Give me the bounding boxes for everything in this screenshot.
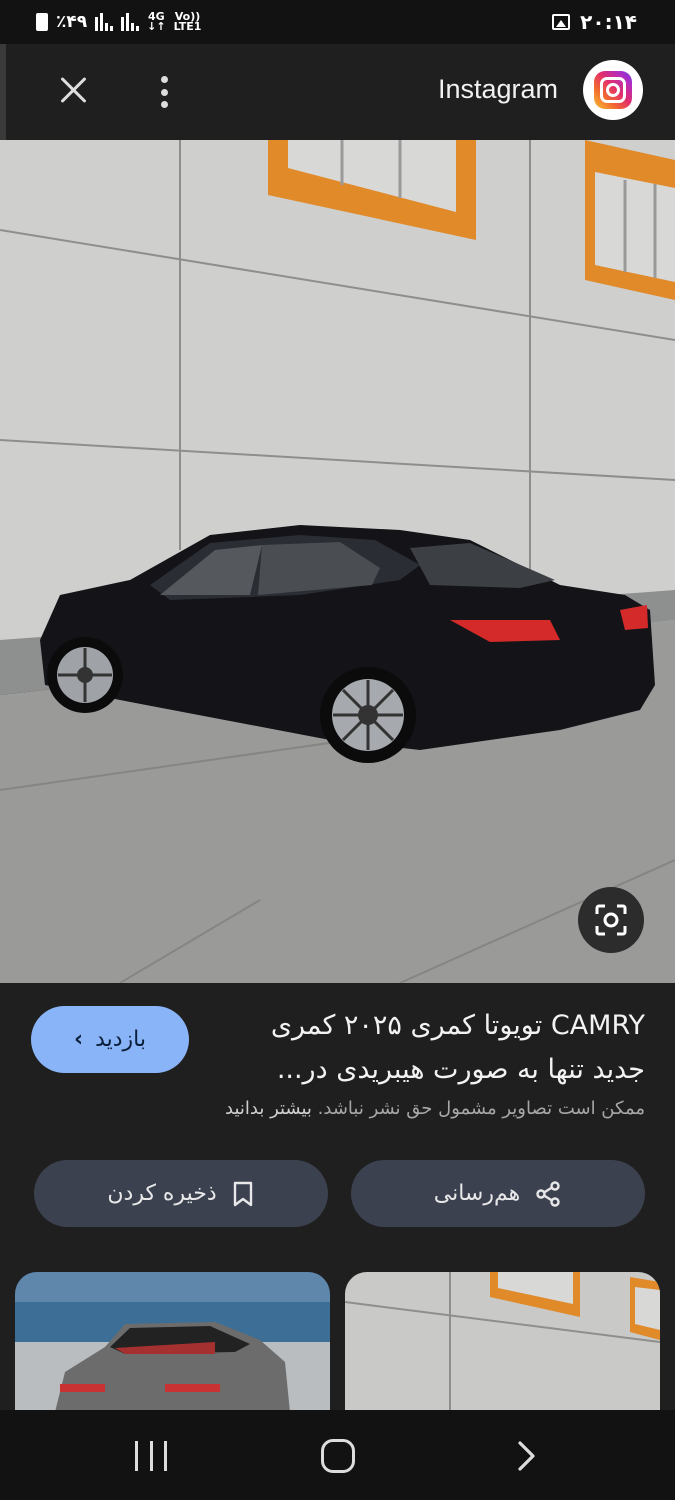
related-image[interactable] [15,1272,330,1412]
share-label: هم‌رسانی [433,1181,521,1206]
status-left: ٪۴۹ 4G ↓↑ Vo)) LTE1 [36,10,202,33]
battery-icon [36,13,48,31]
share-button[interactable]: هم‌رسانی [351,1160,645,1227]
volte-indicator: Vo)) LTE1 [173,10,202,33]
signal-icon-2 [121,13,140,31]
status-right: ۲۰:۱۴ [552,10,637,34]
visit-label: بازدید [95,1027,146,1052]
lens-icon[interactable] [578,887,644,953]
chevron-left-icon: ‹ [74,1027,84,1052]
gallery-notification-icon [552,14,571,30]
back-icon[interactable] [514,1440,540,1472]
more-vert-icon[interactable] [154,72,174,112]
network-type: 4G ↓↑ [147,10,166,33]
recents-icon[interactable] [135,1441,167,1471]
save-button[interactable]: ذخیره کردن [34,1160,328,1227]
result-title-line2: جدید تنها به صورت هیبریدی در... [276,1054,645,1085]
save-label: ذخیره کردن [107,1181,217,1206]
home-icon[interactable] [321,1439,355,1473]
bookmark-icon [233,1181,252,1206]
main-image[interactable] [0,140,675,983]
related-image-2[interactable] [345,1272,660,1412]
site-name[interactable]: Instagram [438,74,558,105]
system-nav-bar [0,1410,675,1500]
instagram-icon [594,71,632,109]
signal-icon [95,13,114,31]
copyright-text: ممکن است تصاویر مشمول حق نشر نباشد. [317,1098,645,1119]
visit-button[interactable]: ‹ بازدید [31,1006,189,1073]
instagram-logo[interactable] [583,60,643,120]
battery-level: ٪۴۹ [56,12,88,32]
top-app-bar: Instagram [0,44,675,140]
car-photo [0,140,675,983]
close-icon[interactable] [54,70,94,110]
clock: ۲۰:۱۴ [580,10,637,34]
learn-more-link[interactable]: بیشتر بدانید [225,1098,312,1119]
result-title-line1: CAMRY تویوتا کمری ۲۰۲۵ کمری [270,1010,645,1041]
share-icon [536,1180,560,1207]
related-car-photo [15,1272,330,1412]
related-wall-photo [345,1272,660,1412]
status-bar: ٪۴۹ 4G ↓↑ Vo)) LTE1 ۲۰:۱۴ [0,0,675,44]
copyright-notice: ممکن است تصاویر مشمول حق نشر نباشد. بیشت… [100,1098,645,1119]
result-title[interactable]: CAMRY تویوتا کمری ۲۰۲۵ کمری جدید تنها به… [220,1004,645,1092]
lens-glyph [595,904,627,936]
